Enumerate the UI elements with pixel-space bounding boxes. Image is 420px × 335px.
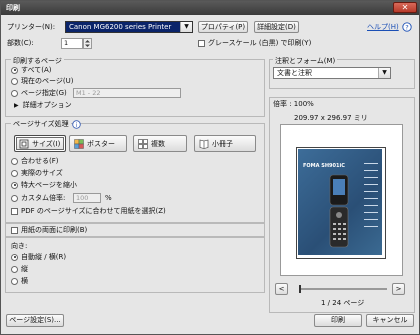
zoom-label: 倍率 : 100% bbox=[273, 100, 314, 108]
booklet-button-label: 小冊子 bbox=[212, 140, 233, 148]
shrink-option[interactable]: 特大ページを縮小 bbox=[11, 181, 77, 190]
pages-all-radio[interactable] bbox=[11, 66, 18, 74]
orient-portrait-radio[interactable] bbox=[11, 265, 18, 273]
custom-scale-option[interactable]: カスタム倍率: bbox=[11, 194, 65, 203]
printer-value: Canon MG6200 series Printer bbox=[69, 23, 172, 31]
shrink-label: 特大ページを縮小 bbox=[21, 181, 77, 189]
more-options[interactable]: ▶ 詳細オプション bbox=[14, 101, 72, 110]
annotations-value: 文書と注釈 bbox=[277, 69, 312, 77]
properties-button[interactable]: プロパティ(P) bbox=[198, 21, 248, 33]
svg-text:?: ? bbox=[405, 24, 408, 32]
custom-scale-radio[interactable] bbox=[11, 194, 18, 202]
advanced-button[interactable]: 詳細設定(D) bbox=[254, 21, 299, 33]
sizing-title: ページサイズ処理 bbox=[11, 119, 71, 129]
poster-button[interactable]: ポスター bbox=[69, 135, 127, 152]
pages-all-label: すべて(A) bbox=[21, 66, 52, 74]
close-button[interactable]: ✕ bbox=[393, 2, 417, 13]
more-options-label: 詳細オプション bbox=[22, 101, 72, 109]
copies-stepper[interactable] bbox=[83, 38, 92, 49]
pages-range-label: ページ指定(G) bbox=[21, 89, 67, 97]
triangle-right-icon: ▶ bbox=[14, 102, 19, 109]
prev-page-button[interactable]: < bbox=[275, 283, 288, 295]
orientation-group bbox=[5, 237, 265, 293]
print-dialog: 印刷 ✕ プリンター(N): Canon MG6200 series Print… bbox=[0, 0, 420, 335]
multiple-pages-icon bbox=[138, 139, 148, 149]
shrink-radio[interactable] bbox=[11, 181, 18, 189]
pages-all-option[interactable]: すべて(A) bbox=[11, 66, 51, 75]
fit-radio[interactable] bbox=[11, 157, 18, 165]
percent-label: % bbox=[105, 194, 112, 202]
orient-landscape-label: 横 bbox=[21, 277, 28, 285]
actual-size-option[interactable]: 実際のサイズ bbox=[11, 169, 63, 178]
page-range-input[interactable]: M1 - 22 bbox=[73, 88, 181, 98]
orientation-title: 向き: bbox=[11, 242, 28, 250]
grayscale-checkbox[interactable] bbox=[198, 39, 205, 47]
window-title: 印刷 bbox=[6, 4, 20, 12]
preview-page: FOMA SH901iC bbox=[296, 147, 386, 259]
copies-input[interactable]: 1 bbox=[61, 38, 83, 49]
chevron-down-icon: ▼ bbox=[180, 22, 192, 32]
pages-current-label: 現在のページ(U) bbox=[21, 77, 74, 85]
page-indicator: 1 / 24 ページ bbox=[321, 299, 365, 307]
duplex-option[interactable]: 用紙の両面に印刷(B) bbox=[11, 226, 87, 235]
orient-portrait-label: 縦 bbox=[21, 265, 28, 273]
page-slider-thumb[interactable] bbox=[299, 285, 301, 293]
next-page-button[interactable]: > bbox=[392, 283, 405, 295]
print-button[interactable]: 印刷 bbox=[314, 314, 362, 327]
phone-brand-text: FOMA SH901iC bbox=[303, 163, 345, 169]
printer-select[interactable]: Canon MG6200 series Printer ▼ bbox=[65, 21, 193, 33]
page-slider[interactable] bbox=[299, 285, 387, 293]
preview-area: FOMA SH901iC bbox=[280, 124, 403, 276]
booklet-button[interactable]: 小冊子 bbox=[194, 135, 256, 152]
page-dims-label: 209.97 x 296.97 ミリ bbox=[294, 114, 368, 122]
annotations-select[interactable]: 文書と注釈 ▼ bbox=[273, 67, 391, 79]
actual-size-radio[interactable] bbox=[11, 169, 18, 177]
orient-landscape-radio[interactable] bbox=[11, 277, 18, 285]
poster-button-label: ポスター bbox=[87, 140, 115, 148]
poster-icon bbox=[74, 139, 84, 149]
orient-portrait-option[interactable]: 縦 bbox=[11, 265, 28, 274]
orient-auto-radio[interactable] bbox=[11, 253, 18, 261]
grayscale-option[interactable]: グレースケール (白黒) で印刷(Y) bbox=[198, 39, 311, 48]
orient-landscape-option[interactable]: 横 bbox=[11, 277, 28, 286]
annotations-title: 注釈とフォーム(M) bbox=[273, 57, 338, 66]
multiple-button-label: 複数 bbox=[151, 140, 165, 148]
booklet-icon bbox=[199, 139, 209, 149]
info-icon[interactable]: i bbox=[72, 120, 81, 129]
actual-size-label: 実際のサイズ bbox=[21, 169, 63, 177]
pages-range-radio[interactable] bbox=[11, 89, 18, 97]
fit-option[interactable]: 合わせる(F) bbox=[11, 157, 59, 166]
stepper-arrows-icon bbox=[85, 40, 90, 47]
pages-title: 印刷するページ bbox=[11, 56, 64, 66]
page-setup-button[interactable]: ページ設定(S)... bbox=[6, 314, 64, 327]
chevron-down-icon: ▼ bbox=[378, 68, 390, 78]
custom-scale-input[interactable]: 100 bbox=[73, 193, 101, 203]
pdf-paper-option[interactable]: PDF のページサイズに合わせて用紙を選択(Z) bbox=[11, 207, 166, 216]
title-bar: 印刷 ✕ bbox=[1, 1, 419, 15]
help-link[interactable]: ヘルプ(H) bbox=[367, 23, 399, 32]
pdf-paper-checkbox[interactable] bbox=[11, 207, 18, 215]
orient-auto-option[interactable]: 自動縦 / 横(R) bbox=[11, 253, 66, 262]
fit-label: 合わせる(F) bbox=[21, 157, 59, 165]
phone-spec-text bbox=[364, 157, 378, 251]
multiple-button[interactable]: 複数 bbox=[133, 135, 187, 152]
pages-range-option[interactable]: ページ指定(G) bbox=[11, 89, 67, 98]
cancel-button[interactable]: キャンセル bbox=[366, 314, 414, 327]
pages-current-radio[interactable] bbox=[11, 77, 18, 85]
grayscale-label: グレースケール (白黒) で印刷(Y) bbox=[208, 39, 312, 47]
orient-auto-label: 自動縦 / 横(R) bbox=[21, 253, 67, 261]
size-button[interactable]: サイズ(I) bbox=[14, 135, 66, 152]
custom-scale-label: カスタム倍率: bbox=[21, 194, 66, 202]
duplex-checkbox[interactable] bbox=[11, 226, 18, 234]
printer-label: プリンター(N): bbox=[7, 23, 56, 31]
page-size-icon bbox=[19, 139, 29, 149]
size-button-label: サイズ(I) bbox=[32, 140, 61, 148]
pages-current-option[interactable]: 現在のページ(U) bbox=[11, 77, 73, 86]
phone-illustration bbox=[329, 174, 349, 248]
phone-image: FOMA SH901iC bbox=[298, 149, 382, 255]
duplex-label: 用紙の両面に印刷(B) bbox=[21, 226, 88, 234]
pdf-paper-label: PDF のページサイズに合わせて用紙を選択(Z) bbox=[21, 207, 166, 215]
copies-label: 部数(C): bbox=[7, 39, 34, 47]
help-icon[interactable]: ? bbox=[402, 22, 412, 32]
